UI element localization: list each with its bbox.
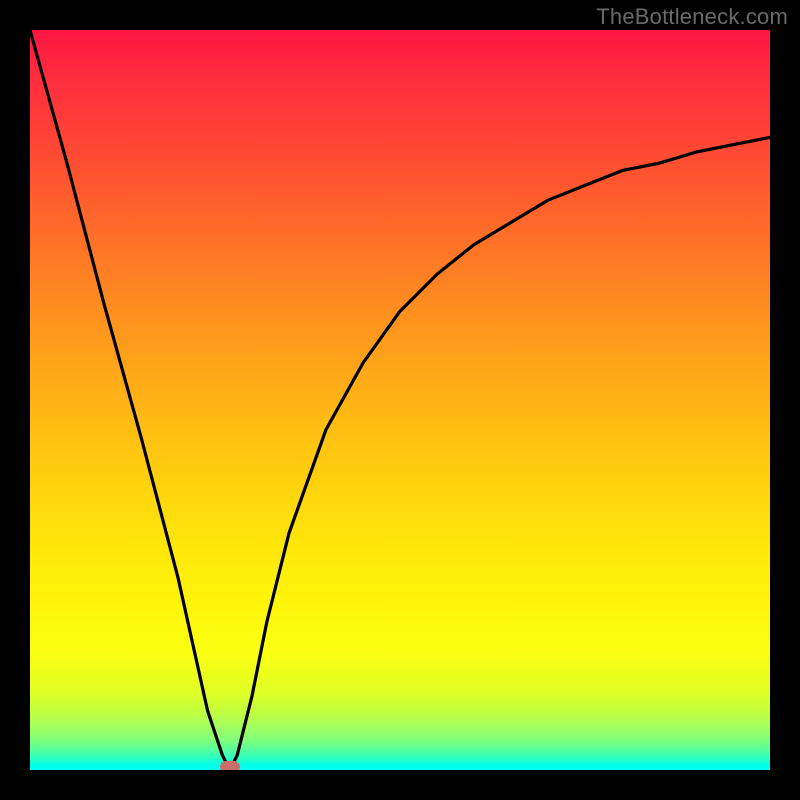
bottleneck-curve	[30, 30, 770, 770]
watermark-text: TheBottleneck.com	[596, 4, 788, 30]
curve-path	[30, 30, 770, 770]
chart-frame: TheBottleneck.com	[0, 0, 800, 800]
optimal-point-marker	[220, 761, 240, 770]
plot-area	[30, 30, 770, 770]
